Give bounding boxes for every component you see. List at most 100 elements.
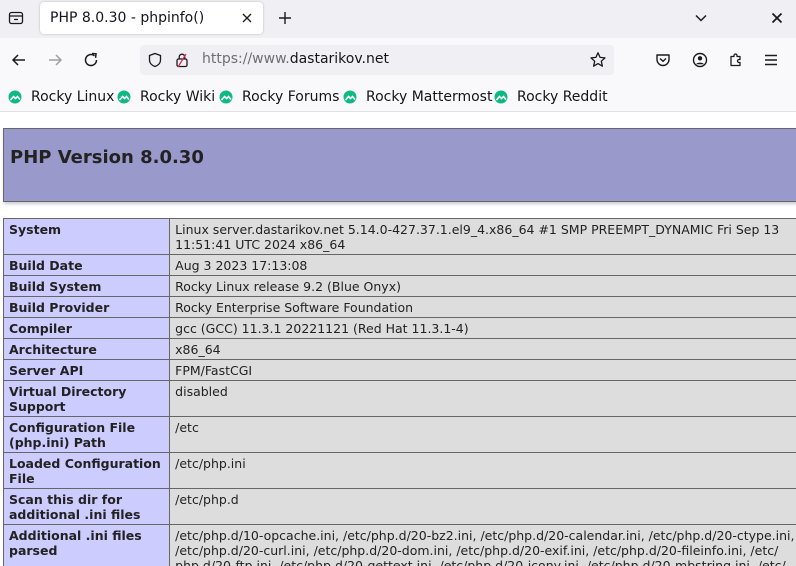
row-value-line: x86_64 [175,342,221,357]
row-value-line: Linux server.dastarikov.net 5.14.0-427.3… [175,222,780,237]
row-value: /etc/php.d/10-opcache.ini, /etc/php.d/20… [169,524,796,566]
table-row: Loaded Configuration File/etc/php.ini [2,452,796,489]
row-value: disabled [169,380,796,417]
table-row: Configuration File (php.ini) Path/etc [2,416,796,453]
row-key: Build Date [2,254,171,276]
rocky-logo-icon [494,90,508,104]
row-value: Rocky Enterprise Software Foundation [169,296,796,318]
row-key: Scan this dir for additional .ini files [2,488,171,525]
row-value-line: FPM/FastCGI [175,363,253,378]
row-value: Rocky Linux release 9.2 (Blue Onyx) [169,275,796,297]
tab-list-icon [8,11,24,25]
bookmark-label: Rocky Mattermost [366,89,493,105]
forward-arrow-icon [49,54,63,66]
back-button[interactable] [7,48,31,72]
list-all-tabs-button[interactable] [690,7,712,29]
application-menu-button[interactable] [759,48,783,72]
bookmark-rocky-wiki[interactable]: Rocky Wiki [117,87,215,107]
lock-icon [176,53,188,68]
phpinfo-table-body: System Linux server.dastarikov.net 5.14.0… [2,218,796,566]
reload-icon [84,52,98,67]
tab-close-button[interactable] [239,10,255,26]
page-title: PHP Version 8.0.30 [10,147,204,168]
rocky-logo-icon [117,90,131,104]
row-key: System [2,218,171,255]
account-button[interactable] [688,48,712,72]
new-tab-button[interactable] [274,7,296,29]
row-value-line: /etc [175,420,199,435]
hamburger-menu-icon [765,54,777,66]
row-key: Compiler [2,317,171,339]
row-value: Aug 3 2023 17:13:08 [169,254,796,276]
account-icon [692,52,708,68]
bookmark-label: Rocky Wiki [140,89,216,105]
address-bar[interactable]: https://www.dastarikov.net [140,45,614,75]
row-value: gcc (GCC) 11.3.1 20221121 (Red Hat 11.3.… [169,317,796,339]
table-row: Build System Rocky Linux release 9.2 (Blu… [2,275,796,297]
bookmark-rocky-forums[interactable]: Rocky Forums [219,87,339,107]
row-value-line: disabled [175,384,228,399]
row-value: /etc/php.ini [169,452,796,489]
reload-button[interactable] [79,48,103,72]
navigation-toolbar: https://www.dastarikov.net [0,38,796,82]
chevron-down-icon [695,14,707,22]
rocky-logo-icon [219,90,233,104]
table-row: Compiler gcc (GCC) 11.3.1 20221121 (Red H… [2,317,796,339]
php-version-header: PHP Version 8.0.30 [3,128,796,202]
row-key: Additional .ini files parsed [2,524,171,566]
row-value: /etc [169,416,796,453]
row-value-line: /etc/php.d [175,492,239,507]
row-value-line: gcc (GCC) 11.3.1 20221121 (Red Hat 11.3.… [175,321,469,336]
bookmark-label: Rocky Reddit [517,89,608,105]
table-row: Architecture x86_64 [2,338,796,360]
rocky-logo-icon [8,90,22,104]
row-value-line: /etc/php.d/20-curl.ini, /etc/php.d/20-do… [175,543,779,558]
tab-title: PHP 8.0.30 - phpinfo() [50,10,205,26]
close-icon [242,13,252,23]
row-key: Configuration File (php.ini) Path [2,416,171,453]
bookmark-label: Rocky Forums [242,89,340,105]
row-key: Build Provider [2,296,171,318]
bookmark-label: Rocky Linux [31,89,115,105]
table-row: Scan this dir for additional .ini files /… [2,488,796,525]
row-key: Server API [2,359,171,381]
forward-button[interactable] [43,48,67,72]
window-close-button[interactable] [766,7,788,29]
bookmark-rocky-linux[interactable]: Rocky Linux [8,87,114,107]
table-row: Additional .ini files parsed/etc/php.d/1… [2,524,796,566]
close-icon [771,12,783,24]
row-key: Build System [2,275,171,297]
table-row: Server API FPM/FastCGI [2,359,796,381]
table-row: System Linux server.dastarikov.net 5.14.0… [2,218,796,255]
bookmark-rocky-reddit[interactable]: Rocky Reddit [494,87,608,107]
row-value-line: Rocky Linux release 9.2 (Blue Onyx) [175,279,401,294]
pocket-icon [656,54,670,67]
tracking-protection-button[interactable] [147,52,163,68]
puzzle-icon [730,53,741,67]
extensions-button[interactable] [724,48,748,72]
plus-icon [279,12,291,24]
star-icon [590,52,606,67]
url-host: dastarikov.net [289,51,389,67]
bookmark-rocky-mattermost[interactable]: Rocky Mattermost [343,87,492,107]
site-info-button[interactable] [174,52,190,68]
row-value: FPM/FastCGI [169,359,796,381]
page-content: PHP Version 8.0.30 System Linux server.da… [0,113,796,566]
row-value-line: /etc/php.d/10-opcache.ini, /etc/php.d/20… [175,528,795,543]
row-value-line: /etc/php.ini [175,456,246,471]
row-value: Linux server.dastarikov.net 5.14.0-427.3… [169,218,796,255]
table-row: Build Provider Rocky Enterprise Software … [2,296,796,318]
url-text[interactable]: https://www.dastarikov.net [202,51,389,67]
table-row: Virtual Directory Support disabled [2,380,796,417]
row-value-line: Rocky Enterprise Software Foundation [175,300,414,315]
table-row: Build Date Aug 3 2023 17:13:08 [2,254,796,276]
active-tab[interactable]: PHP 8.0.30 - phpinfo() [40,2,263,34]
pocket-button[interactable] [651,48,675,72]
row-value: /etc/php.d [169,488,796,525]
rocky-logo-icon [343,90,357,104]
back-arrow-icon [11,54,25,66]
tab-list-button[interactable] [4,6,28,30]
url-protocol: https://www. [202,51,290,67]
bookmark-page-button[interactable] [588,50,608,70]
bookmarks-toolbar: Rocky Linux Rocky Wiki Rocky Forums Rock… [0,82,796,112]
